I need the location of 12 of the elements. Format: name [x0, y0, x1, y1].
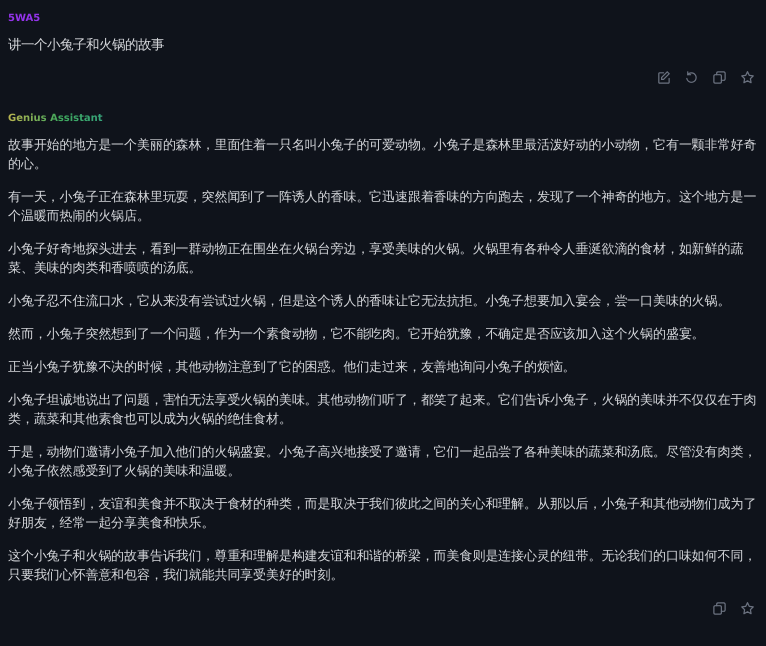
author-name: 5WA5: [8, 12, 42, 26]
story-paragraph: 小兔子好奇地探头进去，看到一群动物正在围坐在火锅台旁边，享受美味的火锅。火锅里有各种令人垂涎欲滴的食材，如新鲜的蔬菜、美味的肉类和香喷喷的汤底。: [8, 241, 744, 278]
story-paragraph: 于是，动物们邀请小兔子加入他们的火锅盛宴。小兔子高兴地接受了邀请，它们一起品尝了各种美味的蔬菜和汤底。尽管没有肉类，小兔子依然感受到了火锅的美味和温暖。: [8, 444, 758, 482]
story-paragraph: 小兔子领悟到，友谊和美食并不取决于食材的种类，而是取决于我们彼此之间的关心和理解。从那以后，小兔子和其他动物们成为了好朋友，经常一起分享美食和快乐。: [8, 496, 758, 534]
user-message: 讲一个小兔子和火锅的故事: [8, 37, 165, 55]
story-paragraph: 故事开始的地方是一个美丽的森林，里面住着一只名叫小兔子的可爱动物。小兔子是森林里最活泼好动的小动物，它有一颗非常好奇的心。: [8, 137, 758, 174]
story-paragraph: 小兔子忍不住流口水，它从来没有尝试过火锅，但是这个诱人的香味让它无法抗拒。小兔子想要加入宴会，尝一口美味的火锅。: [8, 293, 732, 312]
story-paragraph: 这个小兔子和火锅的故事告诉我们，尊重和理解是构建友谊和和谐的桥梁，而美食则是连接心灵的纽带。无论我们的口味如何不同，只要我们心怀善意和包容，我们就能共同享受美好的时刻。: [8, 548, 758, 586]
story-paragraph: 然而，小兔子突然想到了一个问题，作为一个素食动物，它不能吃肉。它开始犹豫，不确定是否应该加入这个火锅的盛宴。: [8, 326, 706, 344]
story-paragraph: 正当小兔子犹豫不决的时候，其他动物注意到了它的困惑。他们走过来，友善地询问小兔子的烦恼。: [8, 359, 577, 378]
story-paragraph: 有一天，小兔子正在森林里玩耍，突然闻到了一阵诱人的香味。它迅速跟着香味的方向跑去，发现了一个神奇的地方。这个地方是一个温暖而热闹的火锅店。: [8, 189, 758, 226]
story-paragraph: 小兔子坦诚地说出了问题，害怕无法享受火锅的美味。其他动物们听了，都笑了起来。它们告诉小兔子，火锅的美味并不仅仅在于肉类，蔬菜和其他素食也可以成为火锅的绝佳食材。: [8, 392, 758, 430]
